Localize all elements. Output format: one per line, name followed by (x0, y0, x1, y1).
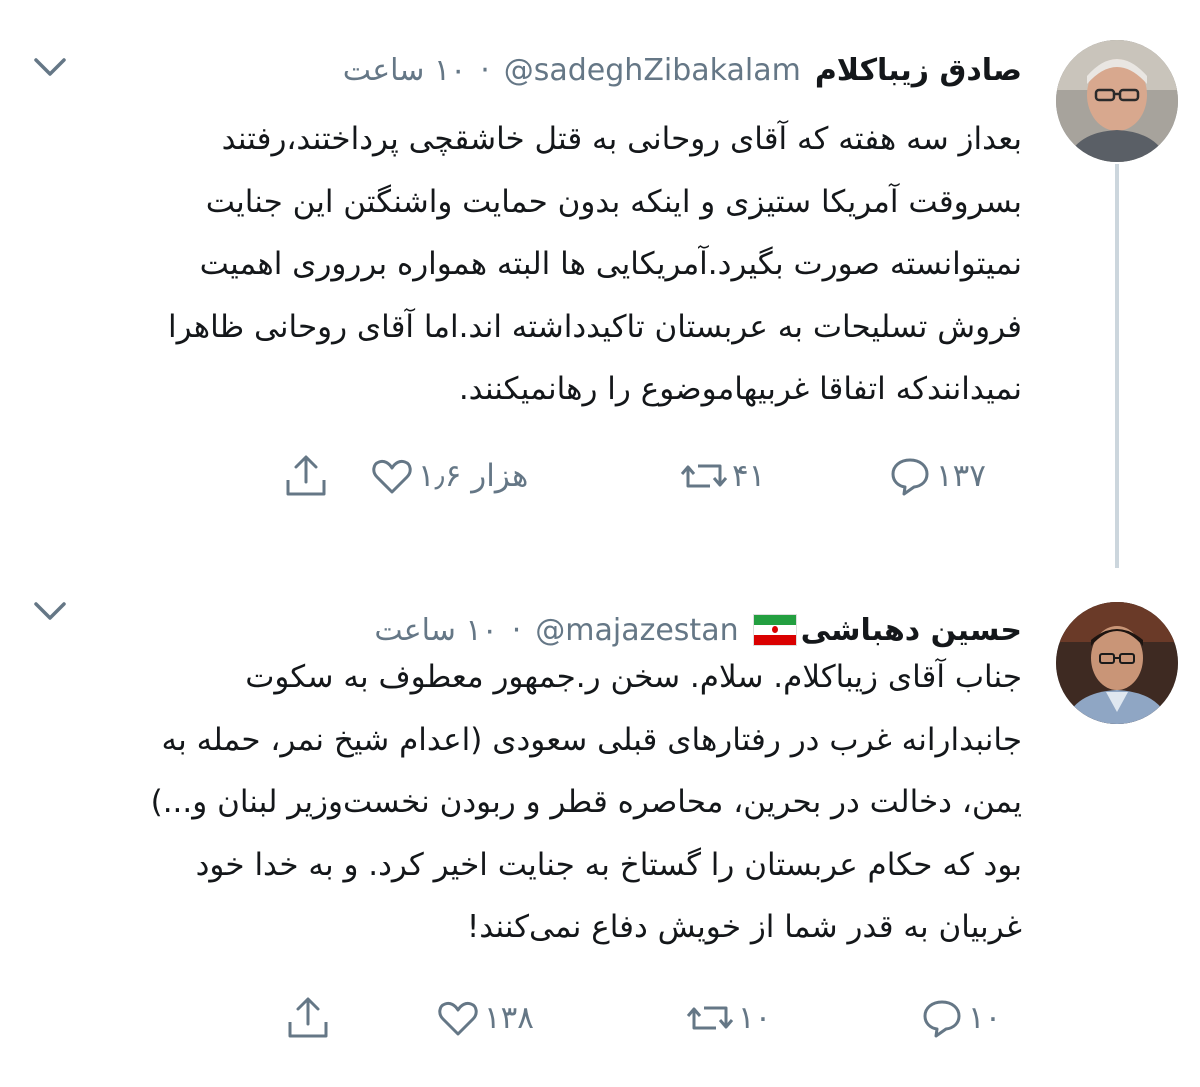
retweet-button[interactable]: ۴۱ (680, 446, 765, 506)
like-button[interactable]: ۱۳۸ (436, 988, 534, 1048)
iran-flag-icon (752, 614, 797, 646)
username[interactable]: @majazestan (535, 613, 738, 648)
chevron-down-icon[interactable] (30, 52, 70, 82)
like-count: ۱۳۸ (484, 1000, 534, 1036)
like-count: ۱٫۶ هزار (418, 458, 529, 494)
share-icon (288, 997, 328, 1038)
chevron-down-icon[interactable] (30, 596, 70, 626)
retweet-count: ۴۱ (732, 458, 766, 494)
thread-connector-line (1115, 164, 1119, 568)
avatar-photo (1056, 40, 1178, 162)
tweet-text-line: غربیان به قدر شما از خویش دفاع نمی‌کنند! (466, 909, 1022, 945)
timestamp[interactable]: ۱۰ ساعت (374, 613, 497, 648)
reply-count: ۱۰ (968, 1000, 1002, 1036)
reply-button[interactable]: ۱۰ (920, 988, 1001, 1048)
avatar-photo (1056, 602, 1178, 724)
display-name: حسین دهباشی (800, 612, 1022, 648)
tweet-text-line: بود که حکام عربستان را گستاخ به جنایت اخ… (195, 846, 1022, 883)
share-button[interactable] (282, 446, 330, 506)
separator-dot: · (480, 52, 490, 88)
tweet-text-line: جانبدارانه غرب در رفتارهای قبلی سعودی (ا… (161, 721, 1022, 758)
reply-icon (923, 1000, 961, 1038)
tweet-text-line: نمیتوانسته صورت بگیرد.آمریکایی ها البته … (199, 246, 1022, 282)
like-icon (372, 459, 412, 494)
reply-count: ۱۳۷ (936, 458, 986, 494)
tweet-text: بعداز سه هفته که آقای روحانی به قتل خاشق… (82, 108, 1022, 421)
timestamp[interactable]: ۱۰ ساعت (343, 53, 466, 88)
tweet-text-line: بسروقت آمریکا ستیزی و اینکه بدون حمایت و… (205, 183, 1022, 220)
retweet-icon (680, 464, 728, 488)
avatar[interactable] (1056, 602, 1178, 724)
retweet-count: ۱۰ (738, 1000, 772, 1036)
reply-icon (891, 458, 929, 496)
tweet[interactable]: صادق زیباکلام @sadeghZibakalam · ۱۰ ساعت… (0, 0, 1200, 568)
share-button[interactable] (284, 988, 332, 1048)
tweet-text-line: یمن، دخالت در بحرین، محاصره قطر و ربودن … (150, 784, 1022, 820)
tweet-header: صادق زیباکلام @sadeghZibakalam · ۱۰ ساعت (343, 46, 1022, 94)
retweet-icon (686, 1006, 734, 1030)
separator-dot: · (511, 612, 522, 648)
tweet-text-line: فروش تسلیحات به عربستان تاکیدداشته اند.ا… (168, 308, 1022, 345)
tweet-text-line: جناب آقای زیباکلام. سلام. سخن ر.جمهور مع… (245, 659, 1022, 695)
tweet-text-line: بعداز سه هفته که آقای روحانی به قتل خاشق… (221, 121, 1022, 157)
display-name-group[interactable]: حسین دهباشی (752, 612, 1022, 648)
username[interactable]: @sadeghZibakalam (504, 53, 801, 88)
retweet-button[interactable]: ۱۰ (686, 988, 771, 1048)
tweet-actions: ۱۳۷ ۴۱ ۱٫۶ هزار (0, 446, 1200, 506)
share-icon (286, 455, 326, 496)
tweet-text: جناب آقای زیباکلام. سلام. سخن ر.جمهور مع… (82, 646, 1022, 959)
tweet-actions: ۱۰ ۱۰ ۱۳۸ (0, 988, 1200, 1048)
like-button[interactable]: ۱٫۶ هزار (370, 446, 528, 506)
like-icon (438, 1001, 478, 1036)
reply-button[interactable]: ۱۳۷ (888, 446, 986, 506)
display-name[interactable]: صادق زیباکلام (815, 53, 1022, 88)
tweet[interactable]: حسین دهباشی @majazestan · ۱۰ ساعت جناب آ… (0, 560, 1200, 1087)
tweet-text-line: نمیدانندکه اتفاقا غربیهاموضوع را رهانمیک… (458, 371, 1022, 407)
avatar[interactable] (1056, 40, 1178, 162)
